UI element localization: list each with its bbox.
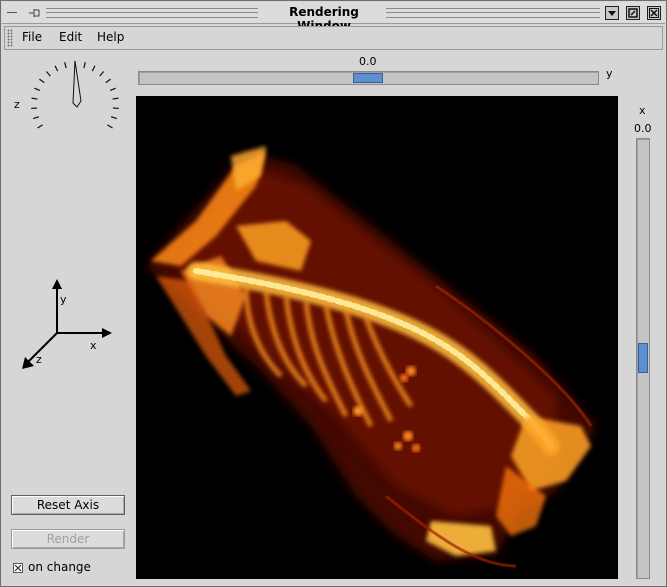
menu-bar: File Edit Help	[4, 26, 663, 50]
dial-tick	[91, 65, 96, 72]
dial-tick	[99, 71, 105, 77]
volume-render-view[interactable]	[136, 96, 618, 579]
dial-tick	[34, 87, 41, 92]
dial-tick	[45, 71, 51, 77]
title-bar-grip-left	[46, 8, 258, 18]
dial-tick	[39, 78, 45, 84]
rendering-window: Rendering Window File Edit Help z y x z …	[0, 0, 667, 587]
menu-help[interactable]: Help	[97, 30, 124, 44]
dial-tick	[64, 62, 67, 69]
rotation-dial[interactable]	[29, 59, 125, 131]
dial-tick	[107, 124, 113, 129]
pin-icon[interactable]	[28, 7, 42, 22]
dial-tick	[105, 78, 111, 84]
title-bar[interactable]: Rendering Window	[2, 2, 665, 33]
dial-tick	[112, 97, 119, 100]
on-change-checkbox[interactable]	[13, 563, 23, 573]
title-bar-grip-right	[386, 8, 600, 18]
menu-file[interactable]: File	[22, 30, 42, 44]
dial-tick	[37, 124, 43, 129]
dial-tick	[83, 62, 86, 69]
dial-tick	[109, 87, 116, 92]
window-menu-icon[interactable]	[7, 12, 17, 13]
top-slider-value: 0.0	[359, 55, 377, 68]
menu-edit[interactable]: Edit	[59, 30, 82, 44]
right-slider-value: 0.0	[634, 122, 652, 135]
minimize-icon	[608, 11, 616, 16]
render-button[interactable]: Render	[11, 529, 125, 549]
dial-tick	[54, 65, 59, 72]
dial-tick	[110, 116, 118, 120]
top-slider-thumb[interactable]	[353, 73, 383, 83]
dial-tick	[31, 97, 38, 100]
volume-render-image	[146, 146, 596, 568]
close-button[interactable]	[647, 6, 661, 20]
right-slider-thumb[interactable]	[638, 343, 648, 373]
right-slider-track[interactable]	[636, 138, 650, 579]
minimize-button[interactable]	[605, 6, 619, 20]
close-icon	[649, 8, 659, 18]
dial-tick	[32, 116, 40, 120]
axes-orientation-widget	[22, 279, 112, 369]
dial-axis-label: z	[14, 98, 20, 111]
axes-x-label: x	[90, 339, 97, 352]
maximize-icon	[628, 8, 638, 18]
reset-axis-button[interactable]: Reset Axis	[11, 495, 125, 515]
top-slider-axis-label: y	[606, 67, 613, 80]
dial-needle[interactable]	[72, 60, 82, 108]
axes-z-label: z	[36, 353, 42, 366]
axes-y-label: y	[60, 293, 67, 306]
top-slider-track[interactable]	[138, 71, 599, 85]
menubar-handle[interactable]	[7, 29, 13, 47]
checkbox-check-icon	[14, 564, 22, 572]
on-change-label: on change	[28, 560, 91, 574]
maximize-button[interactable]	[626, 6, 640, 20]
right-slider-axis-label: x	[639, 104, 646, 117]
